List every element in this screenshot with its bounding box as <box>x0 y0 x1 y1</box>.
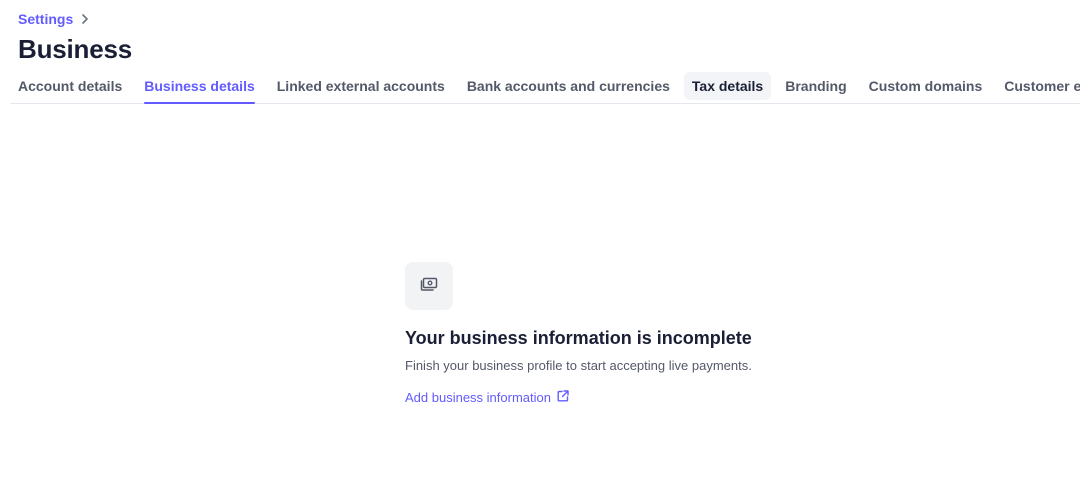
add-business-information-label: Add business information <box>405 390 551 405</box>
empty-state-title: Your business information is incomplete <box>405 328 752 348</box>
money-icon <box>420 276 438 297</box>
tab-custom-domains[interactable]: Custom domains <box>861 72 991 100</box>
settings-business-page: Settings Business Account details Busine… <box>0 0 1080 497</box>
breadcrumb: Settings <box>18 11 89 27</box>
add-business-information-link[interactable]: Add business information <box>405 390 569 405</box>
empty-state-description: Finish your business profile to start ac… <box>405 358 752 373</box>
tab-bank-accounts-and-currencies[interactable]: Bank accounts and currencies <box>459 72 678 100</box>
tab-tax-details[interactable]: Tax details <box>683 72 772 100</box>
tab-linked-external-accounts[interactable]: Linked external accounts <box>269 72 453 100</box>
tab-customer-emails[interactable]: Customer emails <box>996 72 1080 100</box>
tab-branding[interactable]: Branding <box>777 72 854 100</box>
tab-bar: Account details Business details Linked … <box>10 72 1080 104</box>
breadcrumb-settings-link[interactable]: Settings <box>18 11 73 27</box>
page-title: Business <box>18 34 133 64</box>
tab-business-details[interactable]: Business details <box>136 72 263 104</box>
empty-state: Your business information is incomplete … <box>405 262 825 407</box>
tab-account-details[interactable]: Account details <box>10 72 130 100</box>
external-link-icon <box>557 390 569 405</box>
money-icon-container <box>405 262 453 310</box>
chevron-right-icon <box>81 13 89 26</box>
